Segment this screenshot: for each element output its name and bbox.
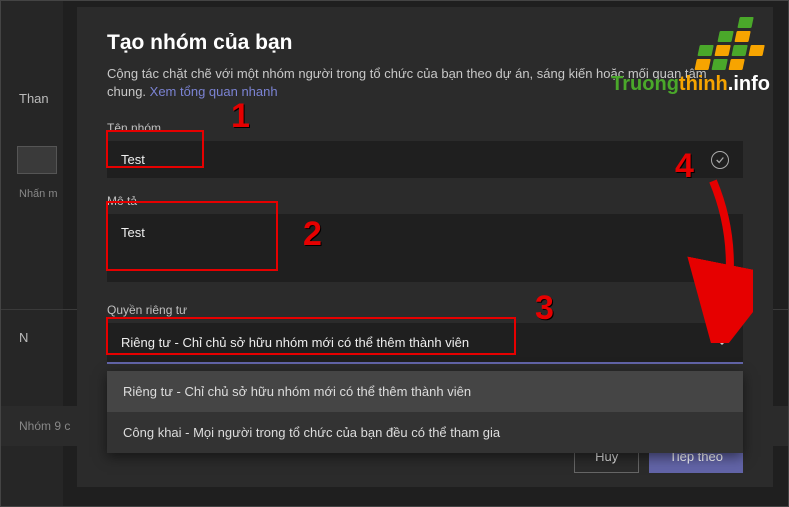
bg-input-mock: [17, 146, 57, 174]
privacy-selected-value: Riêng tư - Chỉ chủ sở hữu nhóm mới có th…: [121, 335, 469, 350]
bg-bottom-text: Nhóm 9 c: [19, 419, 70, 433]
overview-link[interactable]: Xem tổng quan nhanh: [150, 84, 278, 99]
description-row: [107, 214, 743, 287]
dialog-subtitle: Cộng tác chặt chẽ với một nhóm người tro…: [107, 65, 743, 101]
team-name-row: [107, 141, 743, 178]
bg-text: N: [19, 330, 63, 345]
privacy-select[interactable]: Riêng tư - Chỉ chủ sở hữu nhóm mới có th…: [107, 323, 743, 364]
chevron-down-icon: [715, 334, 729, 351]
team-name-input[interactable]: [107, 141, 743, 178]
privacy-option-private[interactable]: Riêng tư - Chỉ chủ sở hữu nhóm mới có th…: [107, 371, 743, 412]
check-icon: [711, 151, 729, 169]
privacy-label: Quyền riêng tư: [107, 303, 743, 317]
bg-text: Nhấn m: [19, 188, 63, 200]
create-team-dialog: Tạo nhóm của bạn Cộng tác chặt chẽ với m…: [77, 7, 773, 487]
privacy-dropdown: Riêng tư - Chỉ chủ sở hữu nhóm mới có th…: [107, 371, 743, 453]
privacy-option-public[interactable]: Công khai - Mọi người trong tổ chức của …: [107, 412, 743, 453]
description-input[interactable]: [107, 214, 743, 282]
bg-text: Than: [19, 91, 63, 106]
dialog-title: Tạo nhóm của bạn: [107, 31, 743, 55]
description-label: Mô tả: [107, 194, 743, 208]
team-name-label: Tên nhóm: [107, 121, 743, 135]
